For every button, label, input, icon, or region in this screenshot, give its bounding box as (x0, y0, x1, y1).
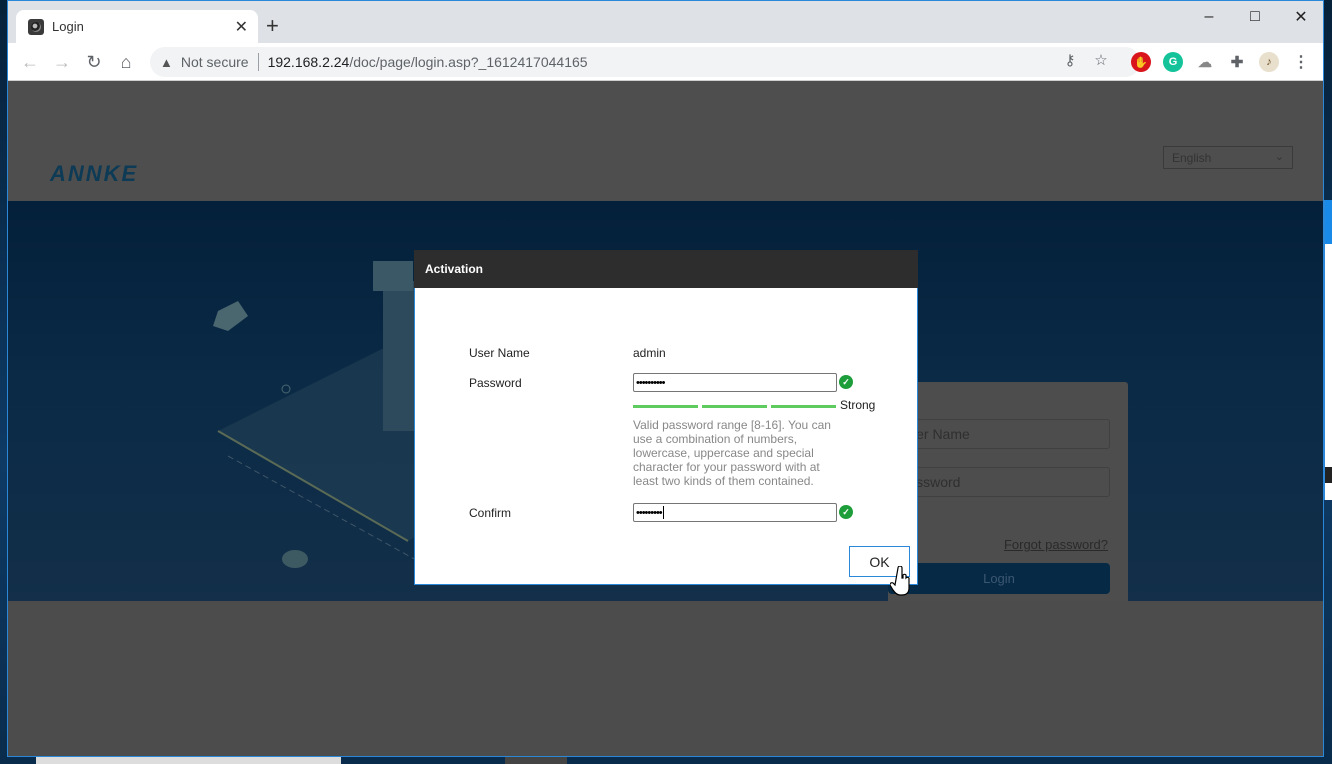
puzzle-icon[interactable]: ✚ (1227, 52, 1247, 72)
password-field[interactable]: •••••••••• (633, 373, 837, 392)
confirm-field[interactable]: ••••••••• (633, 503, 837, 522)
menu-icon[interactable]: ⋮ (1291, 52, 1311, 72)
tab-login[interactable]: Login ✕ (16, 10, 258, 43)
login-card: User Name Password Forgot password? Logi… (888, 382, 1128, 601)
grammarly-icon[interactable]: G (1163, 52, 1183, 72)
camera-icon (28, 18, 44, 35)
browser-toolbar: ← → ↻ ⌂ ▲ Not secure 192.168.2.24 /doc/p… (8, 43, 1323, 81)
home-button[interactable]: ⌂ (114, 50, 138, 74)
profile-avatar[interactable]: ♪ (1259, 52, 1279, 72)
username-value: admin (633, 346, 666, 360)
browser-window: Login ✕ + – □ ✕ ← → ↻ ⌂ ▲ Not secure 192… (7, 0, 1324, 757)
page-header: ANNKE English ⌄ (8, 81, 1323, 201)
password-hint: Valid password range [8-16]. You can use… (633, 418, 831, 488)
security-label[interactable]: Not secure (181, 54, 249, 70)
address-bar[interactable]: ▲ Not secure 192.168.2.24 /doc/page/logi… (150, 47, 1140, 77)
confirm-valid-check-icon: ✓ (839, 505, 853, 519)
close-tab-icon[interactable]: ✕ (235, 17, 248, 37)
tab-title: Login (52, 19, 84, 34)
forward-button[interactable]: → (50, 50, 74, 74)
password-label: Password (469, 376, 522, 390)
strength-bar-segment (633, 405, 698, 408)
maximize-button[interactable]: □ (1232, 1, 1278, 33)
reload-button[interactable]: ↻ (82, 50, 106, 74)
activation-dialog: Activation User Name admin Password ••••… (414, 250, 918, 585)
username-label: User Name (469, 346, 530, 360)
login-button[interactable]: Login (888, 563, 1110, 594)
page-viewport: ANNKE English ⌄ User Name Password Forgo… (8, 81, 1323, 756)
password-input[interactable]: Password (888, 467, 1110, 497)
url-host: 192.168.2.24 (267, 54, 350, 70)
strength-bar-segment (702, 405, 767, 408)
language-select[interactable]: English ⌄ (1163, 146, 1293, 169)
hand-cursor-icon (890, 566, 910, 596)
username-input[interactable]: User Name (888, 419, 1110, 449)
strength-bar-segment (771, 405, 836, 408)
text-caret (662, 506, 664, 519)
background-window-edge (1324, 200, 1332, 500)
adblock-icon[interactable]: ✋ (1131, 52, 1151, 72)
new-tab-button[interactable]: + (266, 13, 279, 39)
dialog-title: Activation (414, 250, 918, 288)
divider (257, 53, 259, 71)
url-path: /doc/page/login.asp?_1612417044165 (349, 54, 588, 70)
background-window-bottom (505, 757, 567, 764)
key-icon[interactable]: ⚷ (1060, 50, 1080, 70)
password-valid-check-icon: ✓ (839, 375, 853, 389)
language-selected: English (1172, 150, 1212, 165)
star-icon[interactable]: ☆ (1091, 50, 1111, 70)
confirm-label: Confirm (469, 506, 512, 520)
confirm-value: ••••••••• (636, 506, 663, 519)
chevron-down-icon: ⌄ (1274, 151, 1284, 163)
minimize-button[interactable]: – (1186, 1, 1232, 33)
tab-strip: Login ✕ + – □ ✕ (8, 1, 1323, 43)
background-window-bottom (36, 757, 341, 764)
close-window-button[interactable]: ✕ (1278, 1, 1323, 33)
forgot-password-link[interactable]: Forgot password? (1004, 537, 1108, 552)
strength-label: Strong (840, 398, 876, 412)
password-value: •••••••••• (636, 376, 665, 389)
annke-logo: ANNKE (50, 161, 139, 186)
warning-icon: ▲ (160, 54, 173, 70)
back-button[interactable]: ← (18, 50, 42, 74)
extension-cloud-icon[interactable]: ☁ (1195, 52, 1215, 72)
